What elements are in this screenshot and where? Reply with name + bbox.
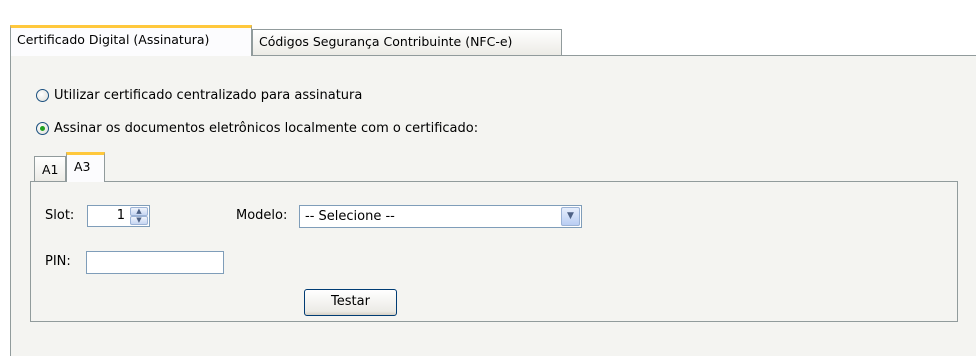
radio-local-label: Assinar os documentos eletrônicos localm… [54, 120, 479, 136]
radio-local-option[interactable]: Assinar os documentos eletrônicos localm… [36, 119, 478, 137]
radio-centralized-label: Utilizar certificado centralizado para a… [54, 87, 363, 103]
tab-certificado-digital-label: Certificado Digital (Assinatura) [17, 32, 210, 47]
testar-button[interactable]: Testar [304, 289, 397, 316]
modelo-selected-value: -- Selecione -- [305, 209, 395, 224]
slot-value: 1 [116, 208, 125, 223]
radio-selected-dot [40, 125, 45, 131]
pin-input[interactable] [86, 251, 224, 274]
tab-a3[interactable]: A3 [66, 152, 105, 182]
slot-spinner[interactable]: 1 ▲ ▼ [87, 205, 150, 227]
tab-codigos-seguranca-label: Códigos Segurança Contribuinte (NFC-e) [259, 34, 513, 49]
tab-a1[interactable]: A1 [34, 156, 66, 181]
radio-local[interactable] [36, 121, 49, 135]
tab-codigos-seguranca[interactable]: Códigos Segurança Contribuinte (NFC-e) [252, 29, 562, 55]
radio-centralized[interactable] [36, 88, 49, 102]
tab-a3-label: A3 [74, 159, 91, 174]
tab-certificado-digital[interactable]: Certificado Digital (Assinatura) [10, 25, 252, 56]
slot-label: Slot: [45, 208, 75, 223]
chevron-down-icon[interactable]: ▼ [561, 207, 580, 226]
modelo-label: Modelo: [236, 208, 288, 223]
certificate-settings-window: Certificado Digital (Assinatura) Códigos… [0, 0, 976, 356]
spinner-down-icon[interactable]: ▼ [130, 216, 148, 225]
tab-a1-label: A1 [42, 162, 59, 177]
modelo-select[interactable]: -- Selecione -- ▼ [299, 205, 582, 228]
pin-label: PIN: [45, 254, 71, 269]
spinner-up-icon[interactable]: ▲ [130, 207, 148, 216]
radio-centralized-option[interactable]: Utilizar certificado centralizado para a… [36, 86, 362, 104]
